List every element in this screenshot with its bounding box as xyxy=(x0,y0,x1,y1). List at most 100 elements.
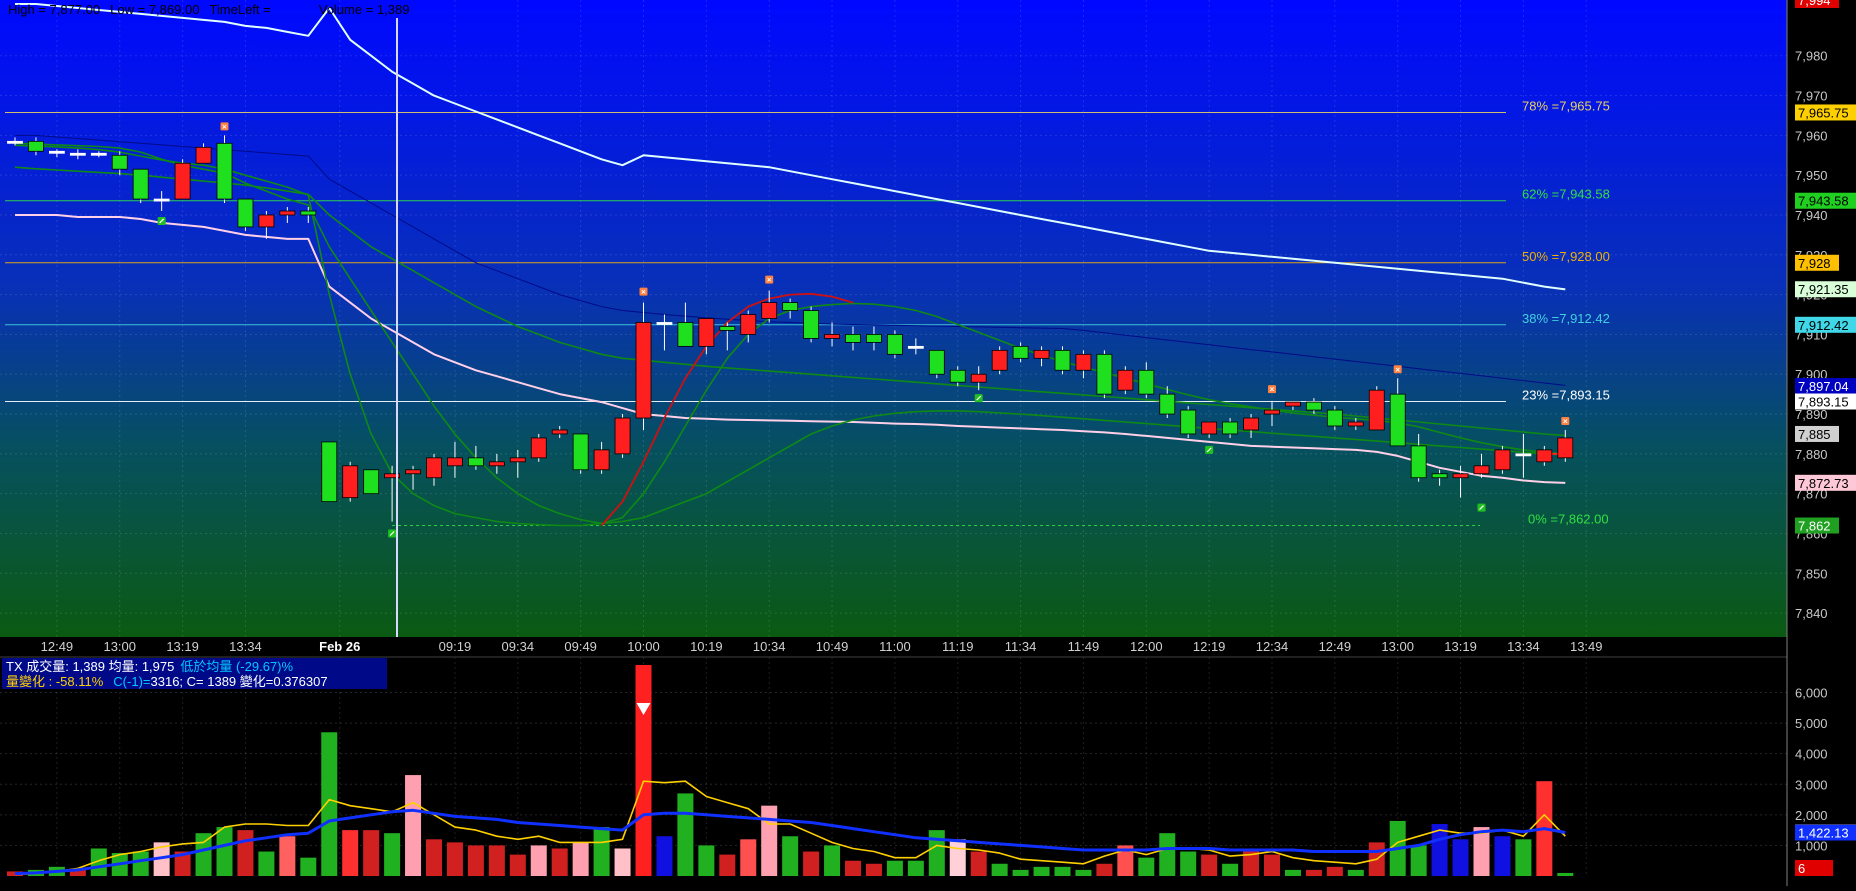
price-tag-text: 1,422.13 xyxy=(1798,826,1849,841)
volume-bar xyxy=(1264,854,1280,876)
time-tick-label: 13:00 xyxy=(1381,639,1414,654)
volume-info-current: 3316; C= 1389 變化=0.376307 xyxy=(151,674,328,689)
candle-body xyxy=(635,322,652,419)
volume-info-below-avg: 低於均量 (-29.67)% xyxy=(180,659,293,674)
time-tick-label: 12:34 xyxy=(1256,639,1289,654)
header-volume: Volume = 1,389 xyxy=(319,2,410,17)
candle-body xyxy=(1347,421,1364,427)
volume-bar xyxy=(845,860,861,876)
time-tick-label: 13:49 xyxy=(1570,639,1603,654)
candle-body xyxy=(677,322,694,347)
candle xyxy=(237,198,254,231)
price-tag: 7,862 xyxy=(1795,517,1839,534)
fib-level-label: 38% =7,912.42 xyxy=(1522,311,1610,326)
candle xyxy=(991,346,1008,375)
volume-bar xyxy=(237,830,254,876)
candle-body xyxy=(1012,345,1029,359)
volume-bar xyxy=(426,839,442,876)
buy-signal-marker xyxy=(388,529,397,538)
volume-bar xyxy=(1159,833,1176,876)
volume-bar xyxy=(1494,836,1511,876)
buy-signal-marker xyxy=(974,394,983,403)
candle xyxy=(321,441,338,503)
price-tick-label: 7,950 xyxy=(1795,168,1828,183)
price-tag: 7,994 xyxy=(1795,0,1839,8)
price-tag-text: 7,965.75 xyxy=(1798,105,1849,120)
candle-body xyxy=(174,162,191,200)
candle xyxy=(1368,386,1385,431)
marker-glyph: × xyxy=(1563,417,1568,426)
marker-glyph: × xyxy=(767,276,772,285)
volume-bar xyxy=(279,836,296,876)
price-tick-label: 7,970 xyxy=(1795,89,1828,104)
volume-bar xyxy=(1075,869,1092,876)
candle xyxy=(530,433,547,462)
volume-bar xyxy=(216,827,233,876)
candle-body xyxy=(1222,421,1238,435)
price-tag-text: 7,897.04 xyxy=(1798,379,1849,394)
candle-body xyxy=(342,465,359,499)
volume-bar xyxy=(195,833,212,876)
candle-body xyxy=(907,345,924,349)
volume-bar xyxy=(865,863,882,876)
candle-body xyxy=(698,318,715,347)
volume-bar xyxy=(677,793,694,876)
price-tick-label: 7,840 xyxy=(1795,606,1828,621)
volume-info-change: 量變化 : -58.11% xyxy=(6,674,104,689)
price-pane-background xyxy=(0,0,1787,637)
time-tick-label: 10:00 xyxy=(627,639,660,654)
candle-body xyxy=(719,326,736,331)
price-tag: 7,872.73 xyxy=(1795,474,1856,491)
volume-bar xyxy=(1452,839,1469,876)
candle-body xyxy=(782,302,799,311)
candle-body xyxy=(1075,353,1092,371)
volume-bar xyxy=(907,860,924,876)
candle-body xyxy=(991,349,1008,371)
price-tag-text: 7,893.15 xyxy=(1798,395,1849,410)
marker-glyph: × xyxy=(222,122,227,131)
volume-bar xyxy=(1347,869,1364,876)
volume-bar xyxy=(1284,869,1301,876)
candle-body xyxy=(509,457,526,463)
candle-body xyxy=(551,429,568,435)
volume-bar xyxy=(446,842,463,876)
candle-body xyxy=(7,140,23,144)
volume-bar xyxy=(467,845,484,876)
candle-body xyxy=(1117,369,1134,391)
candle-body xyxy=(761,302,778,319)
price-tag-text: 7,943.58 xyxy=(1798,194,1849,209)
candle-body xyxy=(488,461,505,467)
chart-canvas[interactable]: 78% =7,965.75 62% =7,943.58 50% =7,928.00 3… xyxy=(0,0,1856,886)
buy-signal-marker xyxy=(1477,503,1486,512)
price-tag: 7,897.04 xyxy=(1795,378,1856,395)
price-tag: 7,965.75 xyxy=(1795,104,1856,121)
volume-bar xyxy=(530,845,547,876)
price-tick-label: 7,960 xyxy=(1795,128,1828,143)
candle-body xyxy=(49,150,65,154)
time-tick-label: 10:49 xyxy=(816,639,849,654)
candle-body xyxy=(845,334,861,343)
candle xyxy=(1054,346,1071,375)
volume-tag: 1,422.13 xyxy=(1795,824,1856,841)
volume-bar xyxy=(824,845,841,876)
candle xyxy=(1117,366,1134,395)
candle-body xyxy=(363,469,380,495)
volume-bar xyxy=(1557,872,1574,876)
price-tag-text: 7,885 xyxy=(1798,427,1831,442)
time-tick-label: 11:34 xyxy=(1005,639,1037,654)
volume-bar xyxy=(928,830,945,876)
sell-signal-marker: × xyxy=(765,275,774,285)
candle-body xyxy=(1180,409,1197,435)
candle-body xyxy=(824,334,840,339)
time-tick-label: 11:00 xyxy=(879,639,911,654)
candle-body xyxy=(69,152,86,156)
candle xyxy=(887,330,903,359)
price-tag-text: 7,862 xyxy=(1798,519,1831,534)
volume-bar xyxy=(803,851,820,876)
candle-body xyxy=(1264,409,1280,415)
candle-body xyxy=(1368,389,1385,431)
time-tick-label: 09:34 xyxy=(502,639,535,654)
volume-bar xyxy=(1515,839,1532,876)
price-tag-text: 7,912.42 xyxy=(1798,318,1849,333)
time-tick-label: 13:34 xyxy=(1507,639,1540,654)
